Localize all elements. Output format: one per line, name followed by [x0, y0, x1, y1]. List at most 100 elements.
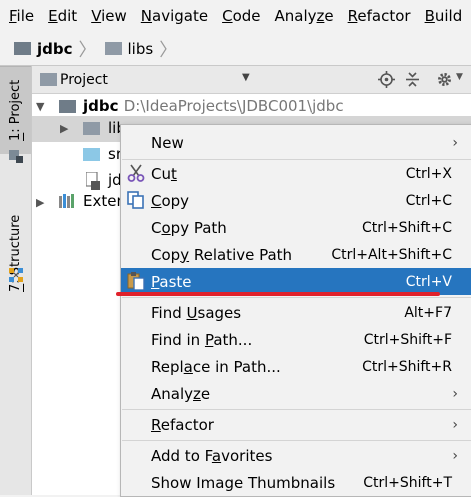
- scissors-icon: [127, 164, 145, 182]
- menu-edit[interactable]: Edit: [39, 0, 82, 32]
- mnemonic: 1: [8, 132, 23, 142]
- menu-item-label: Cut: [151, 164, 177, 183]
- gear-icon[interactable]: [436, 71, 453, 88]
- menu-label: dit: [57, 7, 78, 25]
- menu-item-label: Analyze: [151, 384, 211, 403]
- chevron-down-icon[interactable]: ▼: [242, 72, 250, 83]
- mnemonic: 7: [8, 283, 23, 292]
- submenu-arrow-icon: ›: [452, 416, 458, 433]
- menu-label: Analy: [274, 7, 317, 25]
- submenu-arrow-icon: ›: [452, 385, 458, 402]
- breadcrumb-item-libs[interactable]: libs 〉: [93, 32, 178, 65]
- tree-node-path: D:\IdeaProjects\JDBC001\jdbc: [123, 97, 344, 115]
- mnemonic: B: [424, 7, 435, 25]
- menu-file[interactable]: File: [0, 0, 39, 32]
- menu-refactor[interactable]: Refactor: [339, 0, 416, 32]
- menu-label: uild: [434, 7, 463, 25]
- menu-item-replace-in-path[interactable]: Replace in Path... Ctrl+Shift+R: [121, 353, 471, 380]
- folder-icon: [83, 122, 100, 135]
- menu-navigate[interactable]: Navigate: [132, 0, 213, 32]
- menu-label: ile: [16, 7, 35, 25]
- project-view-icon: [40, 73, 57, 86]
- menu-item-label: New: [151, 133, 184, 152]
- chevron-right-icon: 〉: [159, 39, 178, 61]
- tool-window-strip: 1: Project 7: Structure: [0, 66, 32, 495]
- menu-item-copy-path[interactable]: Copy Path Ctrl+Shift+C: [121, 214, 471, 241]
- module-folder-icon: [14, 42, 31, 55]
- menu-shortcut: Ctrl+Shift+R: [362, 358, 452, 375]
- source-folder-icon: [83, 148, 100, 161]
- chevron-right-icon[interactable]: ▶: [36, 196, 44, 209]
- folder-icon: [104, 42, 122, 55]
- project-tool-icon: [9, 150, 23, 163]
- menu-item-copy[interactable]: Copy Ctrl+C: [121, 187, 471, 214]
- menu-separator: [122, 297, 471, 298]
- submenu-arrow-icon: ›: [452, 447, 458, 464]
- menu-item-label: Copy: [151, 191, 190, 210]
- menu-item-analyze[interactable]: Analyze ›: [121, 380, 471, 407]
- collapse-all-icon[interactable]: [404, 71, 421, 88]
- menu-item-label: Find Usages: [151, 303, 242, 322]
- chevron-right-icon[interactable]: ▶: [60, 122, 68, 135]
- menu-item-label: Refactor: [151, 415, 214, 434]
- menu-shortcut: Ctrl+Alt+Shift+C: [331, 246, 452, 263]
- menu-item-label: Copy Relative Path: [151, 245, 293, 264]
- panel-title[interactable]: Project: [60, 72, 108, 88]
- menu-item-cut[interactable]: Cut Ctrl+X: [121, 160, 471, 187]
- menu-code[interactable]: Code: [213, 0, 265, 32]
- tree-node-label: Exter: [83, 192, 123, 210]
- breadcrumb: jdbc 〉 libs 〉: [0, 32, 471, 66]
- menu-shortcut: Ctrl+X: [405, 165, 452, 182]
- menu-separator: [122, 440, 471, 441]
- tab-structure[interactable]: 7: Structure: [0, 190, 31, 316]
- breadcrumb-label: jdbc: [37, 39, 73, 58]
- menu-item-label: Replace in Path...: [151, 357, 281, 376]
- menubar: File Edit View Navigate Code Analyze Ref…: [0, 0, 471, 32]
- mnemonic: V: [91, 7, 102, 25]
- tab-label: 1: Project: [8, 80, 23, 141]
- menu-build[interactable]: Build: [416, 0, 468, 32]
- context-menu: New › Cut Ctrl+X Copy Ctrl+C Copy Path C…: [120, 124, 471, 497]
- structure-tool-icon: [9, 268, 23, 282]
- breadcrumb-item-jdbc[interactable]: jdbc 〉: [0, 32, 97, 65]
- menu-item-add-to-favorites[interactable]: Add to Favorites ›: [121, 442, 471, 469]
- menu-item-copy-relative-path[interactable]: Copy Relative Path Ctrl+Alt+Shift+C: [121, 241, 471, 268]
- menu-item-find-in-path[interactable]: Find in Path... Ctrl+Shift+F: [121, 326, 471, 353]
- tab-project[interactable]: 1: Project: [0, 66, 31, 154]
- menu-label: ode: [232, 7, 261, 25]
- menu-label: efactor: [357, 7, 411, 25]
- highlight-annotation: [116, 292, 440, 296]
- mnemonic: C: [222, 7, 233, 25]
- menu-analyze[interactable]: Analyze: [266, 0, 339, 32]
- chevron-down-icon[interactable]: ▼: [36, 100, 44, 113]
- project-panel-header: Project ▼ ▼: [32, 66, 471, 94]
- locate-icon[interactable]: [378, 71, 395, 88]
- submenu-arrow-icon: ›: [452, 134, 458, 151]
- menu-label: e: [324, 7, 334, 25]
- menu-shortcut: Ctrl+Shift+C: [362, 219, 452, 236]
- menu-item-paste[interactable]: Paste Ctrl+V: [121, 268, 471, 295]
- menu-item-label: Find in Path...: [151, 330, 253, 349]
- menu-item-find-usages[interactable]: Find Usages Alt+F7: [121, 299, 471, 326]
- tab-text: : Project: [8, 79, 23, 133]
- menu-shortcut: Ctrl+C: [405, 192, 452, 209]
- breadcrumb-label: libs: [127, 39, 154, 58]
- menu-view[interactable]: View: [82, 0, 132, 32]
- menu-label: avigate: [152, 7, 209, 25]
- mnemonic: E: [48, 7, 58, 25]
- module-folder-icon: [59, 100, 76, 113]
- menu-item-new[interactable]: New ›: [121, 129, 471, 156]
- menu-item-show-image-thumbnails[interactable]: Show Image Thumbnails Ctrl+Shift+T: [121, 469, 471, 496]
- menu-separator: [122, 409, 471, 410]
- menu-shortcut: Ctrl+V: [405, 273, 452, 290]
- menu-shortcut: Alt+F7: [404, 304, 452, 321]
- menu-shortcut: Ctrl+Shift+F: [363, 331, 452, 348]
- menu-item-label: Paste: [151, 272, 192, 291]
- menu-item-refactor[interactable]: Refactor ›: [121, 411, 471, 438]
- gear-dropdown-icon[interactable]: ▼: [456, 72, 463, 82]
- paste-icon: [127, 272, 145, 290]
- menu-item-label: Copy Path: [151, 218, 227, 237]
- menu-item-label: Show Image Thumbnails: [151, 473, 336, 492]
- mnemonic: F: [9, 7, 17, 25]
- library-icon: [59, 194, 74, 208]
